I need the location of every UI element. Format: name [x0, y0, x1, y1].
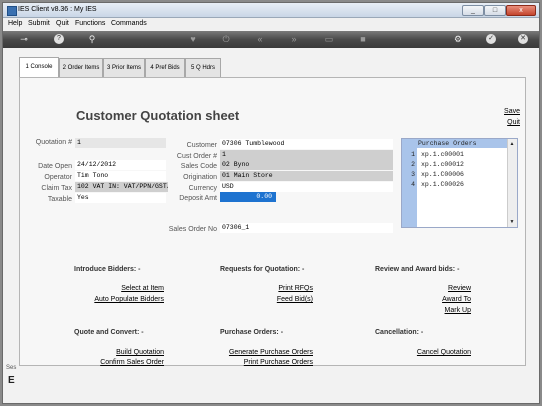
save-link[interactable]: Save — [504, 108, 520, 115]
menu-submit[interactable]: Submit — [28, 20, 50, 27]
power-icon[interactable]: ⏻ — [219, 33, 233, 46]
origination-field[interactable]: 01 Main Store — [220, 171, 393, 181]
claim-tax-label: Claim Tax — [41, 185, 72, 192]
currency-label: Currency — [188, 185, 217, 192]
menu-help[interactable]: Help — [8, 20, 22, 27]
fast-forward-icon[interactable]: » — [287, 33, 301, 46]
currency-field[interactable]: USD — [220, 182, 393, 192]
menu-functions[interactable]: Functions — [75, 20, 105, 27]
origination-label: Origination — [183, 174, 217, 181]
quotation-field[interactable]: 1 — [75, 138, 166, 148]
page-title: Customer Quotation sheet — [76, 108, 240, 123]
menu-quit[interactable]: Quit — [56, 20, 69, 27]
date-open-label: Date Open — [38, 163, 72, 170]
close-button[interactable]: x — [506, 5, 536, 16]
purchase-orders-title: Purchase Orders: - — [220, 329, 284, 336]
sales-code-label: Sales Code — [180, 163, 217, 170]
rewind-icon[interactable]: « — [253, 33, 267, 46]
help-icon[interactable]: ? — [54, 34, 64, 44]
customer-field[interactable]: 07306 Tumblewood — [220, 139, 393, 149]
heart-icon[interactable]: ♥ — [186, 33, 200, 46]
feed-bids-link[interactable]: Feed Bid(s) — [277, 296, 313, 303]
purchase-orders-list[interactable]: Purchase Orders 1 xp.1.c00001 2 xp.1.c00… — [401, 138, 518, 228]
key-icon[interactable]: ⊸ — [15, 33, 33, 46]
list-item[interactable]: 1 xp.1.c00001 — [402, 150, 508, 160]
sales-order-label: Sales Order No — [168, 226, 217, 233]
operator-label: Operator — [44, 174, 72, 181]
maximize-button[interactable]: □ — [484, 5, 506, 16]
introduce-bidders-title: Introduce Bidders: - — [74, 266, 141, 273]
quote-convert-title: Quote and Convert: - — [74, 329, 144, 336]
tab-console[interactable]: 1 Console — [19, 57, 59, 78]
requests-for-quotation-title: Requests for Quotation: - — [220, 266, 305, 273]
row-number: 1 — [411, 151, 415, 158]
scroll-down-icon[interactable]: ▼ — [509, 219, 515, 225]
po-number: xp.1.c00012 — [421, 161, 464, 168]
sales-order-field[interactable]: 07306_1 — [220, 223, 393, 233]
side-strip-label: Ses — [6, 365, 17, 371]
tab-pref-bids[interactable]: 4 Pref Bids — [145, 58, 185, 77]
po-number: xp.1.C00006 — [421, 171, 464, 178]
confirm-sales-order-link[interactable]: Confirm Sales Order — [100, 359, 164, 366]
quotation-label: Quotation # — [35, 139, 72, 146]
quit-link[interactable]: Quit — [507, 119, 520, 126]
close-circle-icon[interactable]: ✕ — [518, 34, 528, 44]
cancellation-title: Cancellation: - — [375, 329, 424, 336]
review-award-title: Review and Award bids: - — [375, 266, 460, 273]
minimize-button[interactable]: _ — [462, 5, 484, 16]
mark-up-link[interactable]: Mark Up — [445, 307, 471, 314]
app-window: IES Client v8.36 : My IES _ □ x Help Sub… — [2, 2, 540, 404]
side-strip: Ses E — [3, 365, 18, 395]
claim-tax-field[interactable]: 102 VAT IN: VAT/PPN/GST/O — [75, 182, 168, 192]
tab-q-hdrs[interactable]: 5 Q Hdrs — [185, 58, 221, 77]
menu-bar: Help Submit Quit Functions Commands — [3, 18, 539, 30]
customer-label: Customer — [186, 142, 217, 149]
taxable-label: Taxable — [47, 196, 72, 203]
select-at-item-link[interactable]: Select at Item — [121, 285, 164, 292]
purchase-orders-header: Purchase Orders — [402, 139, 508, 148]
sales-code-field[interactable]: 02 Byno — [220, 160, 393, 170]
settings-icon[interactable]: ⚙ — [451, 33, 465, 46]
po-number: xp.1.c00001 — [421, 151, 464, 158]
cancel-quotation-link[interactable]: Cancel Quotation — [417, 349, 471, 356]
list-item[interactable]: 3 xp.1.C00006 — [402, 170, 508, 180]
row-number: 2 — [411, 161, 415, 168]
list-icon[interactable]: ▭ — [322, 33, 336, 46]
row-number: 4 — [411, 181, 415, 188]
app-icon — [7, 6, 17, 16]
operator-field[interactable]: Tim Tono — [75, 171, 166, 181]
stop-icon[interactable]: ■ — [356, 33, 370, 46]
cust-order-field[interactable]: 1 — [220, 150, 393, 160]
console-panel: Customer Quotation sheet Save Quit Quota… — [19, 77, 526, 366]
deposit-field[interactable]: 0.00 — [220, 192, 276, 202]
side-strip-letter: E — [8, 375, 15, 386]
generate-purchase-orders-link[interactable]: Generate Purchase Orders — [229, 349, 313, 356]
check-icon[interactable]: ✓ — [486, 34, 496, 44]
cust-order-label: Cust Order # — [176, 153, 217, 160]
row-number: 3 — [411, 171, 415, 178]
build-quotation-link[interactable]: Build Quotation — [116, 349, 164, 356]
print-purchase-orders-link[interactable]: Print Purchase Orders — [244, 359, 313, 366]
menu-commands[interactable]: Commands — [111, 20, 147, 27]
scroll-up-icon[interactable]: ▲ — [509, 141, 515, 147]
list-item[interactable]: 4 xp.1.C00026 — [402, 180, 508, 190]
list-scrollbar[interactable]: ▲ ▼ — [507, 139, 517, 227]
po-number: xp.1.C00026 — [421, 181, 464, 188]
window-title: IES Client v8.36 : My IES — [18, 6, 97, 13]
deposit-label: Deposit Amt — [179, 195, 217, 202]
taxable-field[interactable]: Yes — [75, 193, 166, 203]
date-open-field[interactable]: 24/12/2012 — [75, 160, 166, 170]
search-icon[interactable]: ⚲ — [85, 33, 99, 46]
title-bar: IES Client v8.36 : My IES _ □ x — [3, 3, 539, 18]
toolbar: ⊸ ? ⚲ ♥ ⏻ « » ▭ ■ ⚙ ✓ ✕ — [3, 31, 539, 48]
award-to-link[interactable]: Award To — [442, 296, 471, 303]
review-link[interactable]: Review — [448, 285, 471, 292]
list-item[interactable]: 2 xp.1.c00012 — [402, 160, 508, 170]
print-rfqs-link[interactable]: Print RFQs — [278, 285, 313, 292]
tab-prior-items[interactable]: 3 Prior Items — [103, 58, 145, 77]
tab-order-items[interactable]: 2 Order Items — [59, 58, 103, 77]
auto-populate-bidders-link[interactable]: Auto Populate Bidders — [94, 296, 164, 303]
